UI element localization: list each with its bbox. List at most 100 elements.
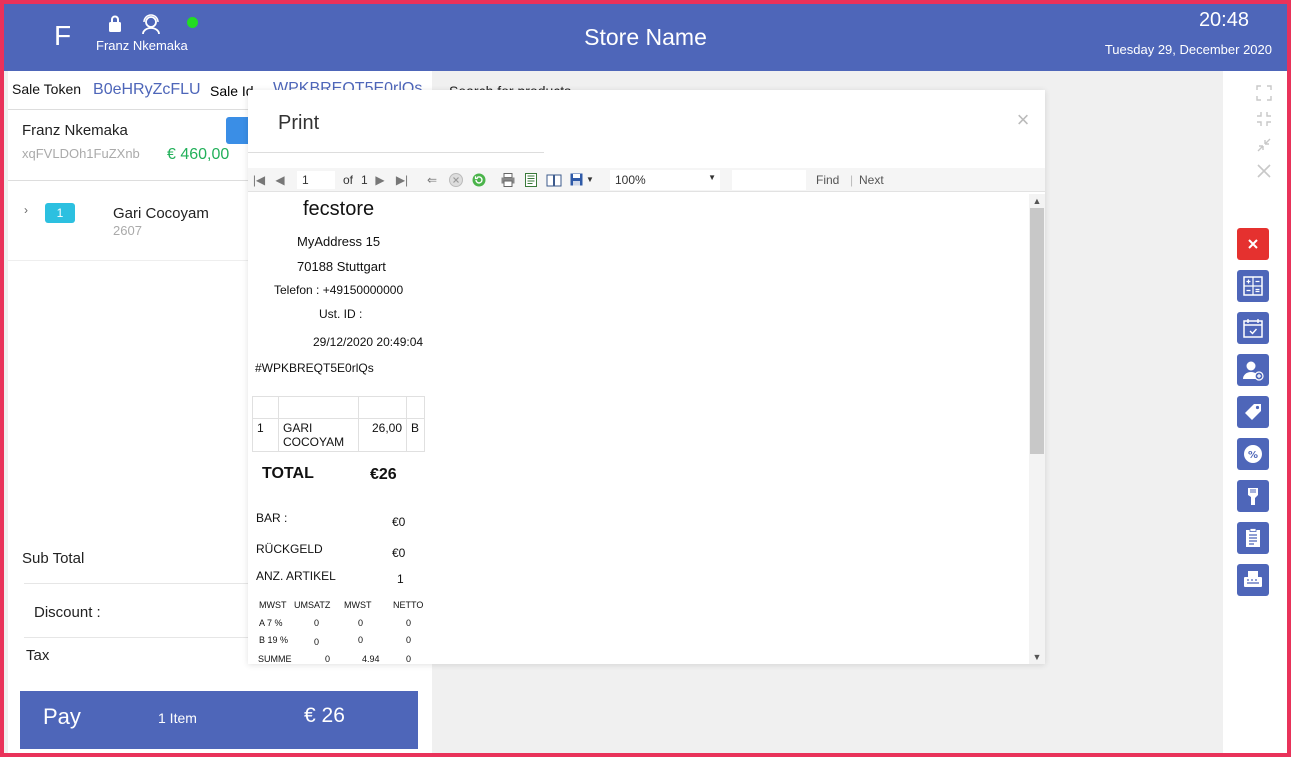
close-icon — [1248, 239, 1258, 249]
discount-button[interactable]: % — [1237, 438, 1269, 470]
first-page-icon[interactable]: |◀ — [251, 172, 267, 188]
receipt-total-value: €26 — [370, 466, 397, 483]
page-number-input[interactable]: 1 — [296, 170, 336, 190]
export-save-icon[interactable] — [569, 172, 585, 188]
chevron-right-icon[interactable]: › — [24, 203, 28, 217]
orders-list-button[interactable] — [1237, 522, 1269, 554]
receipt-change-value: €0 — [392, 546, 406, 560]
sale-token-label: Sale Token — [12, 81, 82, 97]
receipt-cash-value: €0 — [392, 515, 406, 529]
page-layout-icon[interactable] — [523, 172, 539, 188]
dialog-title: Print — [278, 112, 320, 134]
calculator-button[interactable] — [1237, 270, 1269, 302]
find-link[interactable]: Find — [816, 173, 839, 187]
item-name: Gari Cocoyam — [113, 205, 209, 222]
receipt-item-qty: 1 — [252, 418, 279, 452]
sale-token: Sale Token B0eHRyZcFLU — [12, 81, 201, 99]
current-date: Tuesday 29, December 2020 — [1104, 42, 1272, 57]
tax-cell: 0 — [406, 635, 412, 645]
page-setup-icon[interactable] — [546, 172, 562, 188]
receipt-printer-icon — [1244, 571, 1262, 587]
receipt-items-table: 1 GARI COCOYAM 26,00 B — [252, 396, 425, 452]
receipt-total-label: TOTAL — [262, 465, 314, 482]
table-row: 1 GARI COCOYAM 26,00 B — [252, 418, 425, 452]
tax-header: MWST — [344, 600, 372, 610]
tax-header: NETTO — [393, 600, 424, 610]
pay-button[interactable]: Pay 1 Item € 26 — [20, 691, 418, 749]
total-pages: 1 — [361, 173, 368, 187]
tag-icon — [1245, 404, 1261, 420]
printer-icon[interactable] — [500, 172, 516, 188]
clock-time: 20:48 — [1198, 9, 1249, 31]
customer-id: xqFVLDOh1FuZXnb — [22, 146, 140, 161]
item-quantity-badge[interactable]: 1 — [45, 203, 75, 223]
add-customer-button[interactable] — [1237, 354, 1269, 386]
barcode-scanner-icon — [1248, 488, 1258, 505]
tax-cell: SUMME — [258, 654, 292, 664]
back-icon[interactable]: ⇐ — [424, 172, 440, 188]
receipt-vat-id: Ust. ID : — [319, 307, 363, 321]
of-label: of — [343, 173, 354, 187]
scroll-down-icon[interactable]: ▼ — [1029, 650, 1045, 664]
receipt-item-tax-code: B — [406, 418, 425, 452]
tag-button[interactable] — [1237, 396, 1269, 428]
exit-fullscreen-icon[interactable] — [1255, 110, 1273, 128]
separator: | — [850, 173, 854, 187]
receipt-item-count-label: ANZ. ARTIKEL — [256, 569, 336, 583]
report-viewer-toolbar: |◀ ◀ 1 of 1 ▶ ▶| ⇐ ▼ 100% ▼ Find | Next — [248, 168, 1045, 192]
receipt-datetime: 29/12/2020 20:49:04 — [313, 335, 424, 349]
find-next-link[interactable]: Next — [859, 173, 884, 187]
receipt-store-name: fecstore — [303, 198, 375, 220]
close-icon[interactable]: × — [1013, 109, 1033, 131]
find-text-input[interactable] — [732, 170, 806, 190]
stop-icon[interactable] — [448, 172, 464, 188]
percent-badge-icon: % — [1244, 445, 1262, 463]
tax-cell: 0 — [325, 654, 331, 664]
receipt-phone: Telefon : +49150000000 — [274, 283, 404, 297]
discount-label: Discount : — [34, 604, 101, 621]
zoom-select[interactable]: 100% ▼ — [610, 170, 720, 190]
receipt-item-name: GARI COCOYAM — [278, 418, 359, 452]
scroll-thumb[interactable] — [1030, 208, 1044, 454]
receipt-preview: fecstore MyAddress 15 70188 Stuttgart Te… — [248, 194, 1033, 664]
export-dropdown-arrow-icon[interactable]: ▼ — [586, 175, 594, 184]
calendar-button[interactable] — [1237, 312, 1269, 344]
last-page-icon[interactable]: ▶| — [394, 172, 410, 188]
previous-page-icon[interactable]: ◀ — [272, 172, 288, 188]
scroll-up-icon[interactable]: ▲ — [1029, 194, 1045, 208]
pay-total: € 26 — [304, 704, 345, 727]
tax-cell: 0 — [406, 654, 412, 664]
chevron-down-icon: ▼ — [708, 173, 716, 182]
receipt-address-line2: 70188 Stuttgart — [297, 259, 386, 274]
receipt-address-line1: MyAddress 15 — [297, 234, 381, 249]
shrink-icon[interactable] — [1255, 136, 1273, 154]
subtotal-label: Sub Total — [22, 550, 85, 567]
cart-item[interactable]: › 1 Gari Cocoyam 2607 — [8, 181, 248, 261]
fullscreen-icon[interactable] — [1255, 84, 1273, 102]
customer-action-button[interactable] — [226, 117, 250, 144]
zoom-value: 100% — [615, 173, 646, 187]
vertical-scrollbar[interactable]: ▲ ▼ — [1029, 194, 1045, 664]
divider — [24, 583, 254, 584]
receipt-item-count-value: 1 — [397, 572, 404, 586]
tax-header: MWST — [259, 600, 287, 610]
receipt-cash-label: BAR : — [256, 511, 288, 525]
receipt-change-label: RÜCKGELD — [256, 542, 323, 556]
tax-header: UMSATZ — [294, 600, 331, 610]
print-receipt-button[interactable] — [1237, 564, 1269, 596]
barcode-scanner-button[interactable] — [1237, 480, 1269, 512]
tax-cell: 0 — [314, 637, 320, 647]
sale-token-value: B0eHRyZcFLU — [93, 81, 201, 98]
app-window: F Franz Nkemaka Store Name 20:48 Tuesday… — [4, 4, 1287, 753]
tax-cell: 0 — [314, 618, 320, 628]
close-window-icon[interactable] — [1255, 162, 1273, 180]
refresh-icon[interactable] — [471, 172, 487, 188]
next-page-icon[interactable]: ▶ — [372, 172, 388, 188]
add-user-icon — [1243, 361, 1264, 381]
cancel-sale-button[interactable] — [1237, 228, 1269, 260]
pay-label: Pay — [43, 704, 81, 729]
tax-cell: 0 — [358, 618, 364, 628]
tax-cell: A 7 % — [259, 618, 283, 628]
clipboard-list-icon — [1246, 528, 1260, 547]
tax-cell: B 19 % — [259, 635, 289, 645]
